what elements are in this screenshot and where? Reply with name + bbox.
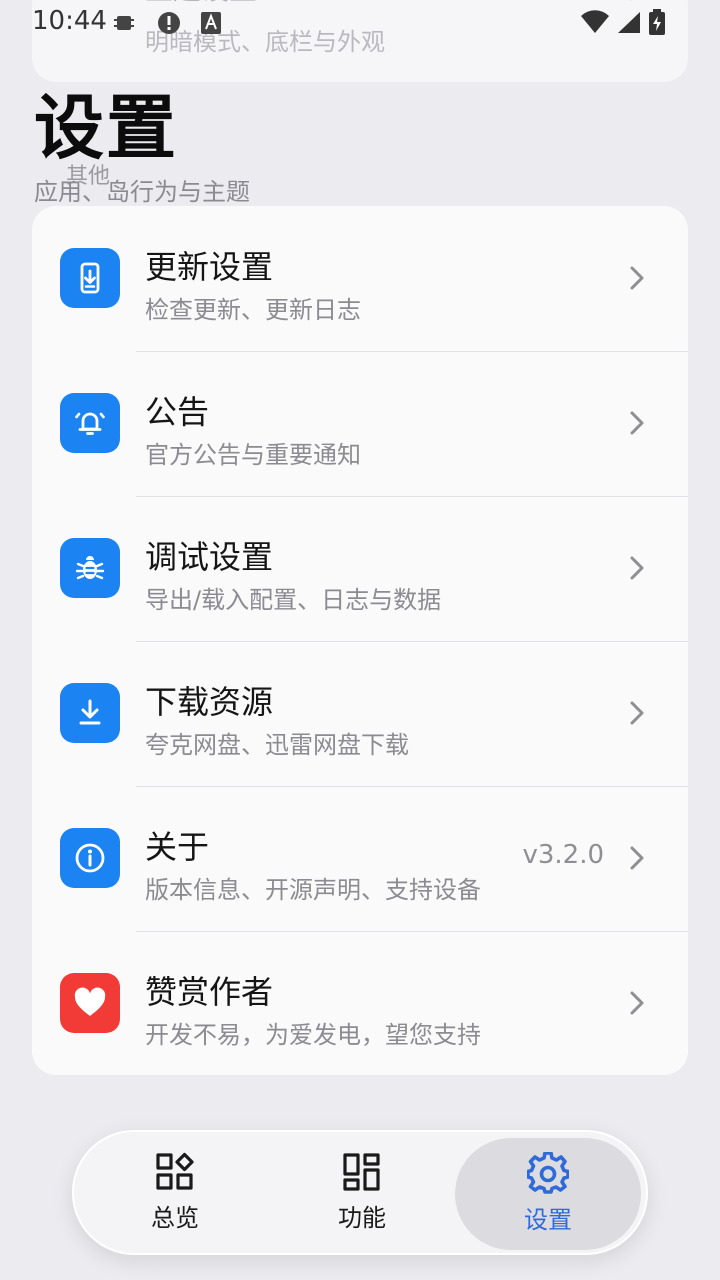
version-value: v3.2.0 (522, 840, 604, 870)
overview-icon (156, 1152, 194, 1190)
settings-item-subtitle: 版本信息、开源声明、支持设备 (145, 876, 481, 904)
nav-label: 功能 (338, 1204, 386, 1232)
wifi-icon (581, 10, 609, 33)
settings-item-title: 更新设置 (145, 248, 274, 286)
settings-item-debug[interactable]: 调试设置 导出/载入配置、日志与数据 (32, 496, 688, 641)
settings-item-announcement[interactable]: 公告 官方公告与重要通知 (32, 351, 688, 496)
status-time: 10:44 (32, 6, 107, 36)
keyboard-a-icon (201, 12, 221, 34)
battery-charging-icon (649, 9, 665, 35)
chevron-right-icon (630, 991, 644, 1015)
bug-icon (60, 538, 120, 598)
settings-item-subtitle: 导出/载入配置、日志与数据 (145, 586, 442, 614)
chip-icon (114, 16, 134, 30)
chevron-right-icon (630, 556, 644, 580)
settings-item-subtitle: 开发不易，为爱发电，望您支持 (145, 1021, 481, 1049)
nav-tab-settings[interactable]: 设置 (455, 1138, 641, 1250)
nav-label: 总览 (151, 1204, 199, 1232)
settings-item-update[interactable]: 更新设置 检查更新、更新日志 (32, 206, 688, 351)
download-icon (60, 683, 120, 743)
settings-list: 更新设置 检查更新、更新日志 公告 官方公告与重要通知 调试设置 导出/载入配置… (32, 206, 688, 1075)
page-subtitle: 应用、岛行为与主题 (34, 178, 250, 206)
settings-item-subtitle: 夸克网盘、迅雷网盘下载 (145, 731, 409, 759)
settings-item-subtitle: 检查更新、更新日志 (145, 296, 361, 324)
settings-item-donate[interactable]: 赞赏作者 开发不易，为爱发电，望您支持 (32, 931, 688, 1075)
info-icon (60, 828, 120, 888)
gear-icon (527, 1152, 569, 1194)
grid-icon (343, 1153, 380, 1191)
settings-item-title: 下载资源 (145, 683, 274, 721)
chevron-right-icon (630, 846, 644, 870)
chevron-right-icon (630, 411, 644, 435)
bell-ringing-icon (60, 393, 120, 453)
settings-item-downloads[interactable]: 下载资源 夸克网盘、迅雷网盘下载 (32, 641, 688, 786)
chevron-right-icon (630, 701, 644, 725)
status-bar: 10:44 (0, 0, 720, 48)
phone-download-icon (60, 248, 120, 308)
nav-label: 设置 (524, 1206, 572, 1234)
bottom-nav: 总览 功能 设置 (72, 1130, 648, 1255)
settings-item-title: 赞赏作者 (145, 973, 274, 1011)
chevron-right-icon (630, 266, 644, 290)
nav-tab-overview[interactable]: 总览 (82, 1138, 268, 1250)
settings-item-subtitle: 官方公告与重要通知 (145, 441, 361, 469)
settings-item-title: 关于 (145, 828, 210, 866)
cellular-signal-icon (618, 12, 640, 33)
settings-item-about[interactable]: 关于 版本信息、开源声明、支持设备 v3.2.0 (32, 786, 688, 931)
settings-item-title: 调试设置 (145, 538, 274, 576)
heart-icon (60, 973, 120, 1033)
settings-item-title: 公告 (145, 393, 210, 431)
alert-icon (158, 12, 180, 34)
nav-tab-features[interactable]: 功能 (269, 1138, 455, 1250)
